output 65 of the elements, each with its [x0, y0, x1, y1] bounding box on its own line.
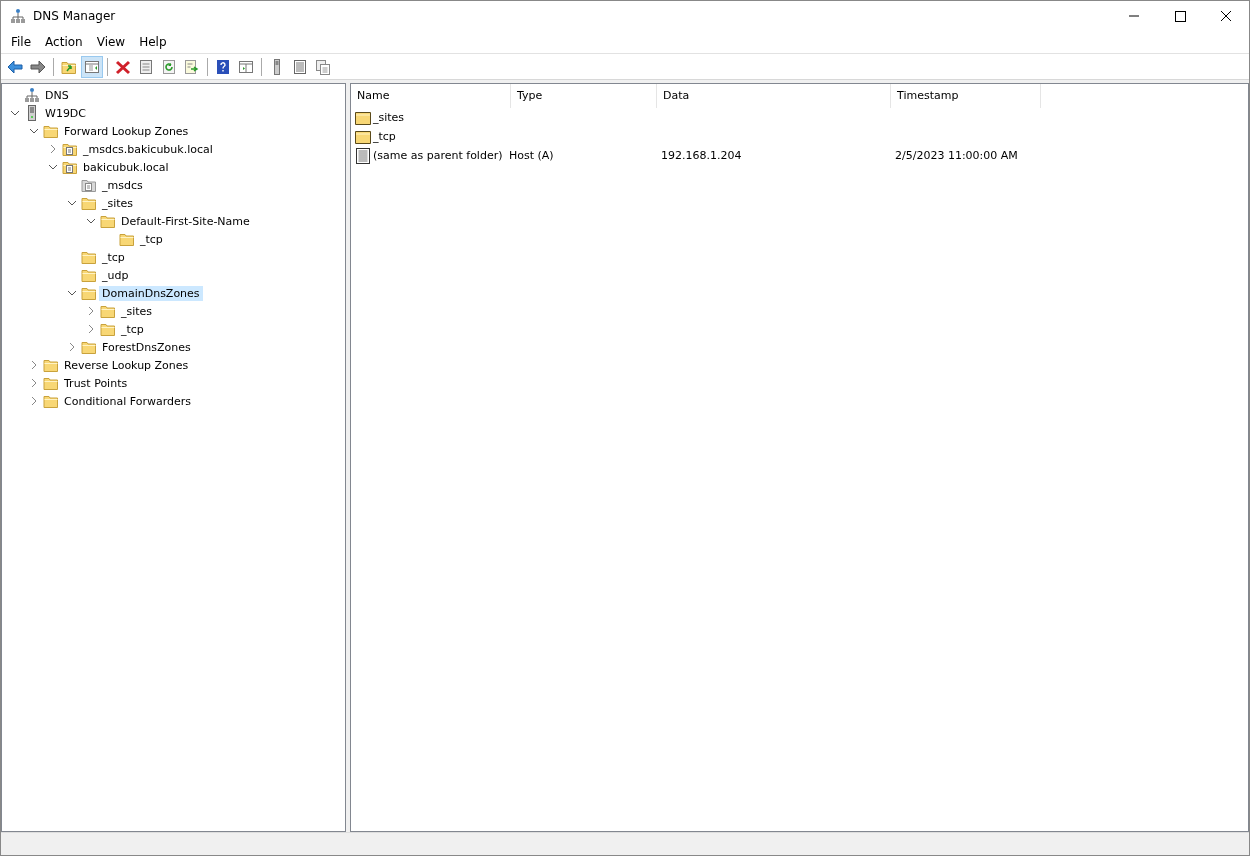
folder-icon — [81, 267, 97, 283]
window-title: DNS Manager — [33, 9, 116, 23]
folder-icon — [43, 393, 59, 409]
delete-icon[interactable] — [115, 58, 131, 75]
folder-icon — [100, 303, 116, 319]
copy-icon[interactable] — [315, 58, 331, 75]
folder-icon — [100, 321, 116, 337]
column-header[interactable]: Timestamp — [891, 84, 1041, 108]
menu-item[interactable]: File — [4, 33, 39, 51]
tree-item[interactable]: DomainDnsZones — [99, 285, 203, 301]
tree-item[interactable]: _sites — [99, 195, 137, 211]
record-name[interactable]: _sites — [371, 111, 405, 124]
tree-item[interactable]: _msdcs.bakicubuk.local — [80, 141, 216, 157]
record-icon — [355, 147, 371, 164]
folder-icon — [81, 249, 97, 265]
tree-item[interactable]: _msdcs — [99, 177, 146, 193]
zone-folder-icon — [62, 141, 78, 157]
tree-item[interactable]: _udp — [99, 267, 132, 283]
menu-item[interactable]: Help — [132, 33, 174, 51]
tree-item[interactable]: bakicubuk.local — [80, 159, 172, 175]
tree-item[interactable]: Trust Points — [61, 375, 131, 391]
network-icon — [24, 87, 40, 103]
action-pane-icon[interactable] — [238, 58, 254, 75]
refresh-icon[interactable] — [161, 58, 177, 75]
zone-folder-icon — [81, 177, 97, 193]
list-icon[interactable] — [292, 58, 308, 75]
forward-arrow-icon[interactable] — [30, 58, 46, 75]
back-arrow-icon[interactable] — [7, 58, 23, 75]
tree-item[interactable]: _tcp — [118, 321, 147, 337]
tree-item[interactable]: ForestDnsZones — [99, 339, 194, 355]
properties-icon[interactable] — [138, 58, 154, 75]
app-icon — [10, 8, 26, 24]
folder-icon — [355, 128, 371, 145]
export-list-icon[interactable] — [184, 58, 200, 75]
column-header[interactable]: Type — [511, 84, 657, 108]
zone-folder-icon — [62, 159, 78, 175]
tree-item[interactable]: DNS — [42, 87, 72, 103]
help-icon[interactable] — [215, 58, 231, 75]
folder-icon — [43, 123, 59, 139]
tree-item[interactable]: Conditional Forwarders — [61, 393, 195, 409]
folder-icon — [81, 339, 97, 355]
table-cell-text: Host (A) — [508, 149, 554, 162]
menu-item[interactable]: Action — [38, 33, 90, 51]
menu-item[interactable]: View — [89, 33, 133, 51]
tree-item[interactable]: _sites — [118, 303, 156, 319]
folder-icon — [119, 231, 135, 247]
folder-icon — [43, 357, 59, 373]
table-cell-text: 2/5/2023 11:00:00 AM — [894, 149, 1018, 162]
folder-icon — [100, 213, 116, 229]
tree-item[interactable]: _tcp — [137, 231, 166, 247]
column-header[interactable]: Data — [657, 84, 891, 108]
folder-icon — [355, 109, 371, 126]
column-header[interactable]: Name — [351, 84, 511, 108]
console-tree-icon[interactable] — [84, 58, 100, 75]
record-name[interactable]: _tcp — [371, 130, 396, 143]
tree-item[interactable]: Forward Lookup Zones — [61, 123, 192, 139]
folder-icon — [43, 375, 59, 391]
tree-item[interactable]: Reverse Lookup Zones — [61, 357, 192, 373]
folder-icon — [81, 195, 97, 211]
folder-icon — [81, 285, 97, 301]
tree-item[interactable]: Default-First-Site-Name — [118, 213, 253, 229]
tree-item[interactable]: W19DC — [42, 105, 90, 121]
tree-item[interactable]: _tcp — [99, 249, 128, 265]
table-cell-text: 192.168.1.204 — [660, 149, 742, 162]
record-name[interactable]: (same as parent folder) — [371, 149, 503, 162]
